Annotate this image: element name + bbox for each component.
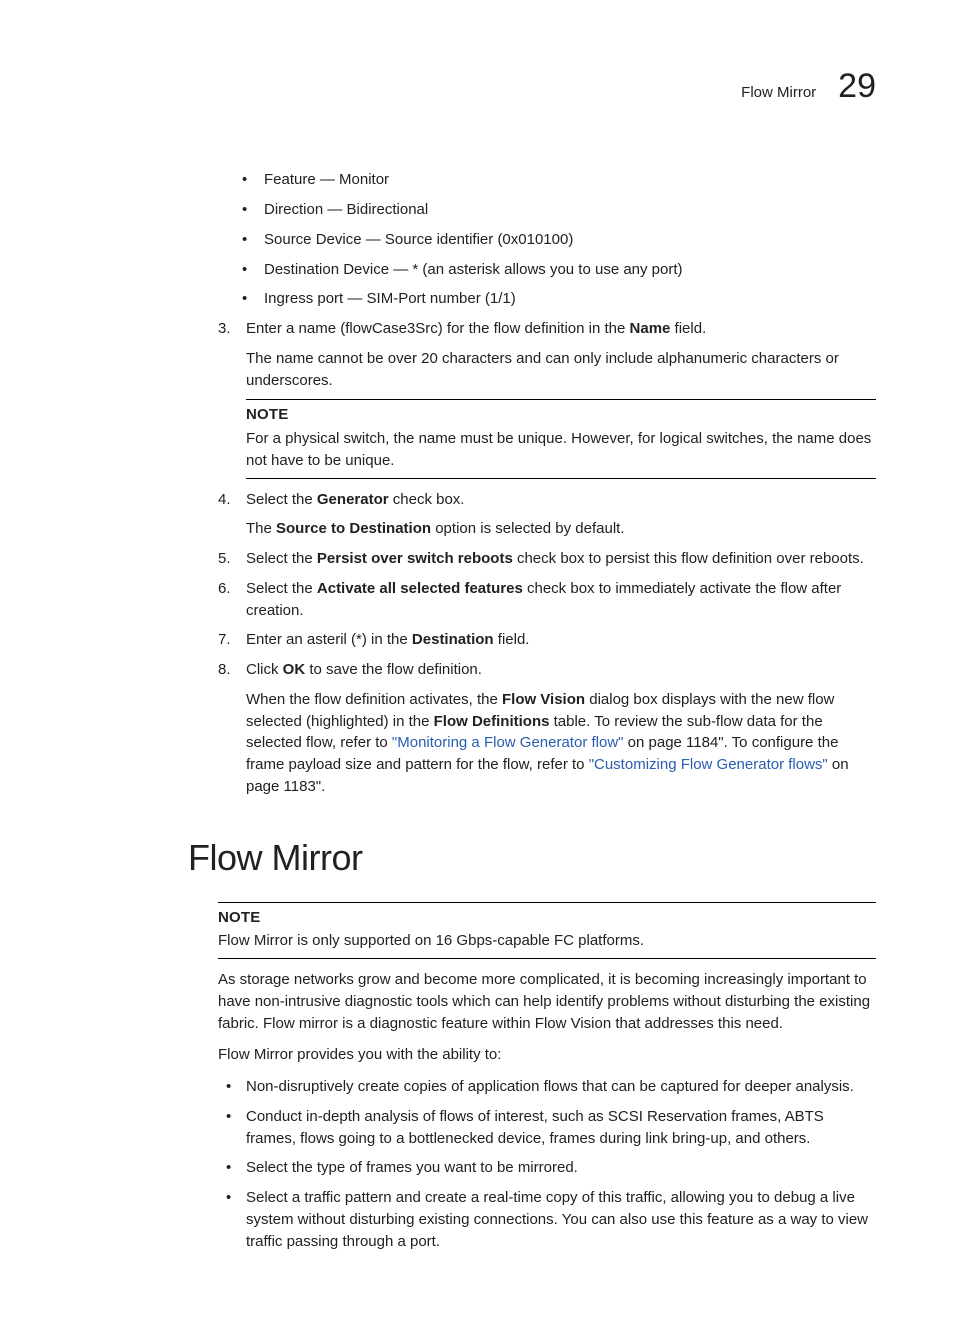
note-label: NOTE — [246, 404, 876, 426]
ui-field-destination: Destination — [412, 631, 494, 648]
step-text: Click OK to save the flow definition. — [246, 659, 876, 681]
step-text: Select the Persist over switch reboots c… — [246, 548, 876, 570]
xref-customizing-link[interactable]: "Customizing Flow Generator flows" — [589, 756, 828, 773]
list-item: Feature — Monitor — [218, 169, 876, 191]
feature-list: Feature — Monitor Direction — Bidirectio… — [218, 169, 876, 310]
ui-button-ok: OK — [283, 661, 306, 678]
ui-field-name: Name — [630, 320, 671, 337]
list-item: Ingress port — SIM-Port number (1/1) — [218, 288, 876, 310]
step-6: 6. Select the Activate all selected feat… — [218, 578, 876, 622]
running-head-title: Flow Mirror — [741, 82, 816, 104]
note-body: Flow Mirror is only supported on 16 Gbps… — [218, 930, 876, 952]
list-item: Destination Device — * (an asterisk allo… — [218, 259, 876, 281]
list-item: Select the type of frames you want to be… — [218, 1157, 876, 1179]
ui-checkbox-activate: Activate all selected features — [317, 580, 523, 597]
step-text: Select the Generator check box. — [246, 489, 876, 511]
procedure-steps: 3. Enter a name (flowCase3Src) for the f… — [218, 318, 876, 798]
intro-paragraph: As storage networks grow and become more… — [218, 969, 876, 1034]
step-7: 7. Enter an asteril (*) in the Destinati… — [218, 629, 876, 651]
step-number: 7. — [218, 629, 231, 651]
list-item: Non-disruptively create copies of applic… — [218, 1076, 876, 1098]
ui-checkbox-generator: Generator — [317, 491, 389, 508]
step-detail: When the flow definition activates, the … — [246, 689, 876, 798]
note-body: For a physical switch, the name must be … — [246, 428, 876, 472]
ui-checkbox-persist: Persist over switch reboots — [317, 550, 513, 567]
step-number: 3. — [218, 318, 231, 340]
step-5: 5. Select the Persist over switch reboot… — [218, 548, 876, 570]
step-detail: The Source to Destination option is sele… — [246, 518, 876, 540]
mirror-ability-list: Non-disruptively create copies of applic… — [218, 1076, 876, 1252]
note-label: NOTE — [218, 907, 876, 929]
step-number: 5. — [218, 548, 231, 570]
step-text: Select the Activate all selected feature… — [246, 578, 876, 622]
ui-option-src-dest: Source to Destination — [276, 520, 431, 537]
ui-dialog-flow-vision: Flow Vision — [502, 691, 585, 708]
step-text: Enter a name (flowCase3Src) for the flow… — [246, 318, 876, 340]
step-8: 8. Click OK to save the flow definition.… — [218, 659, 876, 798]
step-detail: The name cannot be over 20 characters an… — [246, 348, 876, 392]
list-item: Source Device — Source identifier (0x010… — [218, 229, 876, 251]
step-number: 6. — [218, 578, 231, 600]
ui-table-flow-definitions: Flow Definitions — [434, 713, 550, 730]
chapter-number: 29 — [838, 62, 876, 111]
list-item: Select a traffic pattern and create a re… — [218, 1187, 876, 1252]
note-block: NOTE Flow Mirror is only supported on 16… — [218, 902, 876, 960]
section-heading-flow-mirror: Flow Mirror — [188, 832, 876, 884]
note-block: NOTE For a physical switch, the name mus… — [246, 399, 876, 478]
page-content: Feature — Monitor Direction — Bidirectio… — [218, 169, 876, 1252]
lead-paragraph: Flow Mirror provides you with the abilit… — [218, 1044, 876, 1066]
step-text: Enter an asteril (*) in the Destination … — [246, 629, 876, 651]
page-header: Flow Mirror 29 — [78, 62, 876, 111]
step-number: 8. — [218, 659, 231, 681]
step-4: 4. Select the Generator check box. The S… — [218, 489, 876, 541]
step-number: 4. — [218, 489, 231, 511]
list-item: Direction — Bidirectional — [218, 199, 876, 221]
step-3: 3. Enter a name (flowCase3Src) for the f… — [218, 318, 876, 479]
xref-monitoring-link[interactable]: "Monitoring a Flow Generator flow" — [392, 734, 624, 751]
list-item: Conduct in-depth analysis of flows of in… — [218, 1106, 876, 1150]
